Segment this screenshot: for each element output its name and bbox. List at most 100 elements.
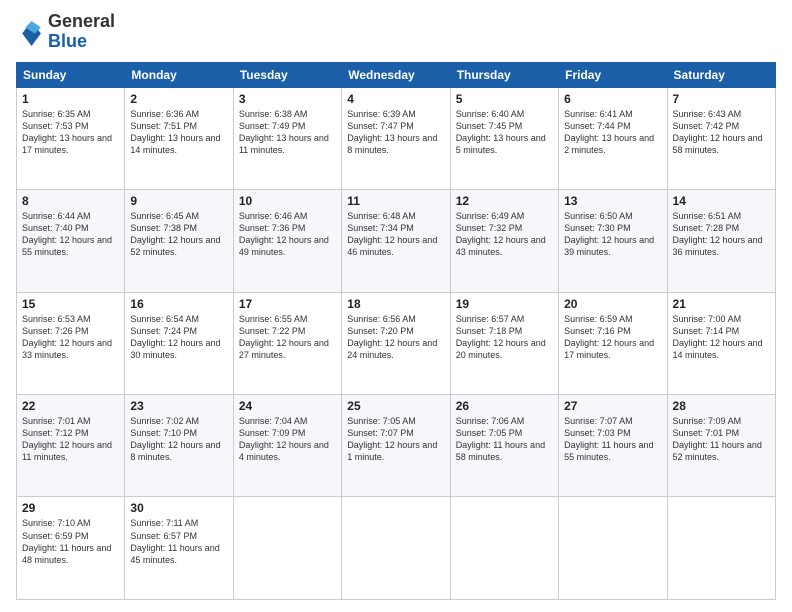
calendar-cell: 20 Sunrise: 6:59 AM Sunset: 7:16 PM Dayl… (559, 292, 667, 394)
day-info: Sunrise: 6:38 AM Sunset: 7:49 PM Dayligh… (239, 108, 336, 157)
calendar-cell: 23 Sunrise: 7:02 AM Sunset: 7:10 PM Dayl… (125, 395, 233, 497)
calendar-cell: 5 Sunrise: 6:40 AM Sunset: 7:45 PM Dayli… (450, 87, 558, 189)
day-info: Sunrise: 6:45 AM Sunset: 7:38 PM Dayligh… (130, 210, 227, 259)
day-info: Sunrise: 6:53 AM Sunset: 7:26 PM Dayligh… (22, 313, 119, 362)
day-number: 21 (673, 297, 770, 311)
day-number: 14 (673, 194, 770, 208)
weekday-header-saturday: Saturday (667, 62, 775, 87)
calendar-cell: 14 Sunrise: 6:51 AM Sunset: 7:28 PM Dayl… (667, 190, 775, 292)
calendar-cell: 1 Sunrise: 6:35 AM Sunset: 7:53 PM Dayli… (17, 87, 125, 189)
day-info: Sunrise: 6:49 AM Sunset: 7:32 PM Dayligh… (456, 210, 553, 259)
day-info: Sunrise: 7:11 AM Sunset: 6:57 PM Dayligh… (130, 517, 227, 566)
calendar-cell: 12 Sunrise: 6:49 AM Sunset: 7:32 PM Dayl… (450, 190, 558, 292)
day-info: Sunrise: 6:59 AM Sunset: 7:16 PM Dayligh… (564, 313, 661, 362)
day-number: 12 (456, 194, 553, 208)
day-info: Sunrise: 6:39 AM Sunset: 7:47 PM Dayligh… (347, 108, 444, 157)
day-number: 17 (239, 297, 336, 311)
calendar-cell (559, 497, 667, 600)
calendar-cell (342, 497, 450, 600)
weekday-header-monday: Monday (125, 62, 233, 87)
day-info: Sunrise: 7:01 AM Sunset: 7:12 PM Dayligh… (22, 415, 119, 464)
weekday-header-thursday: Thursday (450, 62, 558, 87)
calendar-cell: 3 Sunrise: 6:38 AM Sunset: 7:49 PM Dayli… (233, 87, 341, 189)
day-number: 6 (564, 92, 661, 106)
day-info: Sunrise: 6:36 AM Sunset: 7:51 PM Dayligh… (130, 108, 227, 157)
day-number: 18 (347, 297, 444, 311)
day-number: 8 (22, 194, 119, 208)
day-number: 22 (22, 399, 119, 413)
calendar-cell: 6 Sunrise: 6:41 AM Sunset: 7:44 PM Dayli… (559, 87, 667, 189)
day-info: Sunrise: 7:06 AM Sunset: 7:05 PM Dayligh… (456, 415, 553, 464)
logo-text: GeneralBlue (48, 12, 115, 52)
day-info: Sunrise: 6:56 AM Sunset: 7:20 PM Dayligh… (347, 313, 444, 362)
calendar-cell: 8 Sunrise: 6:44 AM Sunset: 7:40 PM Dayli… (17, 190, 125, 292)
weekday-header-friday: Friday (559, 62, 667, 87)
page: GeneralBlue SundayMondayTuesdayWednesday… (0, 0, 792, 612)
day-number: 26 (456, 399, 553, 413)
day-info: Sunrise: 6:54 AM Sunset: 7:24 PM Dayligh… (130, 313, 227, 362)
calendar-cell: 21 Sunrise: 7:00 AM Sunset: 7:14 PM Dayl… (667, 292, 775, 394)
calendar-cell: 22 Sunrise: 7:01 AM Sunset: 7:12 PM Dayl… (17, 395, 125, 497)
day-number: 20 (564, 297, 661, 311)
weekday-header-wednesday: Wednesday (342, 62, 450, 87)
day-number: 11 (347, 194, 444, 208)
calendar-cell: 25 Sunrise: 7:05 AM Sunset: 7:07 PM Dayl… (342, 395, 450, 497)
day-number: 1 (22, 92, 119, 106)
day-info: Sunrise: 7:10 AM Sunset: 6:59 PM Dayligh… (22, 517, 119, 566)
header: GeneralBlue (16, 12, 776, 52)
calendar-cell: 30 Sunrise: 7:11 AM Sunset: 6:57 PM Dayl… (125, 497, 233, 600)
day-info: Sunrise: 7:09 AM Sunset: 7:01 PM Dayligh… (673, 415, 770, 464)
calendar-cell: 13 Sunrise: 6:50 AM Sunset: 7:30 PM Dayl… (559, 190, 667, 292)
day-number: 15 (22, 297, 119, 311)
logo-icon (16, 18, 44, 46)
day-number: 3 (239, 92, 336, 106)
calendar-cell (667, 497, 775, 600)
day-number: 29 (22, 501, 119, 515)
day-number: 7 (673, 92, 770, 106)
day-info: Sunrise: 7:00 AM Sunset: 7:14 PM Dayligh… (673, 313, 770, 362)
day-number: 2 (130, 92, 227, 106)
day-info: Sunrise: 7:07 AM Sunset: 7:03 PM Dayligh… (564, 415, 661, 464)
calendar-cell: 16 Sunrise: 6:54 AM Sunset: 7:24 PM Dayl… (125, 292, 233, 394)
day-info: Sunrise: 6:48 AM Sunset: 7:34 PM Dayligh… (347, 210, 444, 259)
day-number: 28 (673, 399, 770, 413)
calendar-cell: 26 Sunrise: 7:06 AM Sunset: 7:05 PM Dayl… (450, 395, 558, 497)
calendar-cell: 2 Sunrise: 6:36 AM Sunset: 7:51 PM Dayli… (125, 87, 233, 189)
day-number: 27 (564, 399, 661, 413)
calendar-cell: 27 Sunrise: 7:07 AM Sunset: 7:03 PM Dayl… (559, 395, 667, 497)
logo: GeneralBlue (16, 12, 115, 52)
day-info: Sunrise: 6:46 AM Sunset: 7:36 PM Dayligh… (239, 210, 336, 259)
day-info: Sunrise: 6:51 AM Sunset: 7:28 PM Dayligh… (673, 210, 770, 259)
calendar-cell (450, 497, 558, 600)
calendar: SundayMondayTuesdayWednesdayThursdayFrid… (16, 62, 776, 600)
day-info: Sunrise: 6:43 AM Sunset: 7:42 PM Dayligh… (673, 108, 770, 157)
weekday-header-tuesday: Tuesday (233, 62, 341, 87)
day-info: Sunrise: 7:02 AM Sunset: 7:10 PM Dayligh… (130, 415, 227, 464)
day-info: Sunrise: 6:55 AM Sunset: 7:22 PM Dayligh… (239, 313, 336, 362)
day-number: 24 (239, 399, 336, 413)
day-number: 4 (347, 92, 444, 106)
calendar-cell (233, 497, 341, 600)
calendar-cell: 24 Sunrise: 7:04 AM Sunset: 7:09 PM Dayl… (233, 395, 341, 497)
day-number: 13 (564, 194, 661, 208)
day-info: Sunrise: 6:35 AM Sunset: 7:53 PM Dayligh… (22, 108, 119, 157)
weekday-header-sunday: Sunday (17, 62, 125, 87)
day-info: Sunrise: 6:40 AM Sunset: 7:45 PM Dayligh… (456, 108, 553, 157)
day-info: Sunrise: 7:04 AM Sunset: 7:09 PM Dayligh… (239, 415, 336, 464)
day-info: Sunrise: 6:44 AM Sunset: 7:40 PM Dayligh… (22, 210, 119, 259)
calendar-cell: 11 Sunrise: 6:48 AM Sunset: 7:34 PM Dayl… (342, 190, 450, 292)
day-number: 16 (130, 297, 227, 311)
day-number: 30 (130, 501, 227, 515)
day-number: 10 (239, 194, 336, 208)
day-number: 9 (130, 194, 227, 208)
calendar-cell: 29 Sunrise: 7:10 AM Sunset: 6:59 PM Dayl… (17, 497, 125, 600)
calendar-cell: 17 Sunrise: 6:55 AM Sunset: 7:22 PM Dayl… (233, 292, 341, 394)
day-info: Sunrise: 7:05 AM Sunset: 7:07 PM Dayligh… (347, 415, 444, 464)
calendar-cell: 19 Sunrise: 6:57 AM Sunset: 7:18 PM Dayl… (450, 292, 558, 394)
calendar-cell: 7 Sunrise: 6:43 AM Sunset: 7:42 PM Dayli… (667, 87, 775, 189)
calendar-cell: 28 Sunrise: 7:09 AM Sunset: 7:01 PM Dayl… (667, 395, 775, 497)
calendar-cell: 18 Sunrise: 6:56 AM Sunset: 7:20 PM Dayl… (342, 292, 450, 394)
day-info: Sunrise: 6:50 AM Sunset: 7:30 PM Dayligh… (564, 210, 661, 259)
calendar-cell: 15 Sunrise: 6:53 AM Sunset: 7:26 PM Dayl… (17, 292, 125, 394)
day-info: Sunrise: 6:57 AM Sunset: 7:18 PM Dayligh… (456, 313, 553, 362)
